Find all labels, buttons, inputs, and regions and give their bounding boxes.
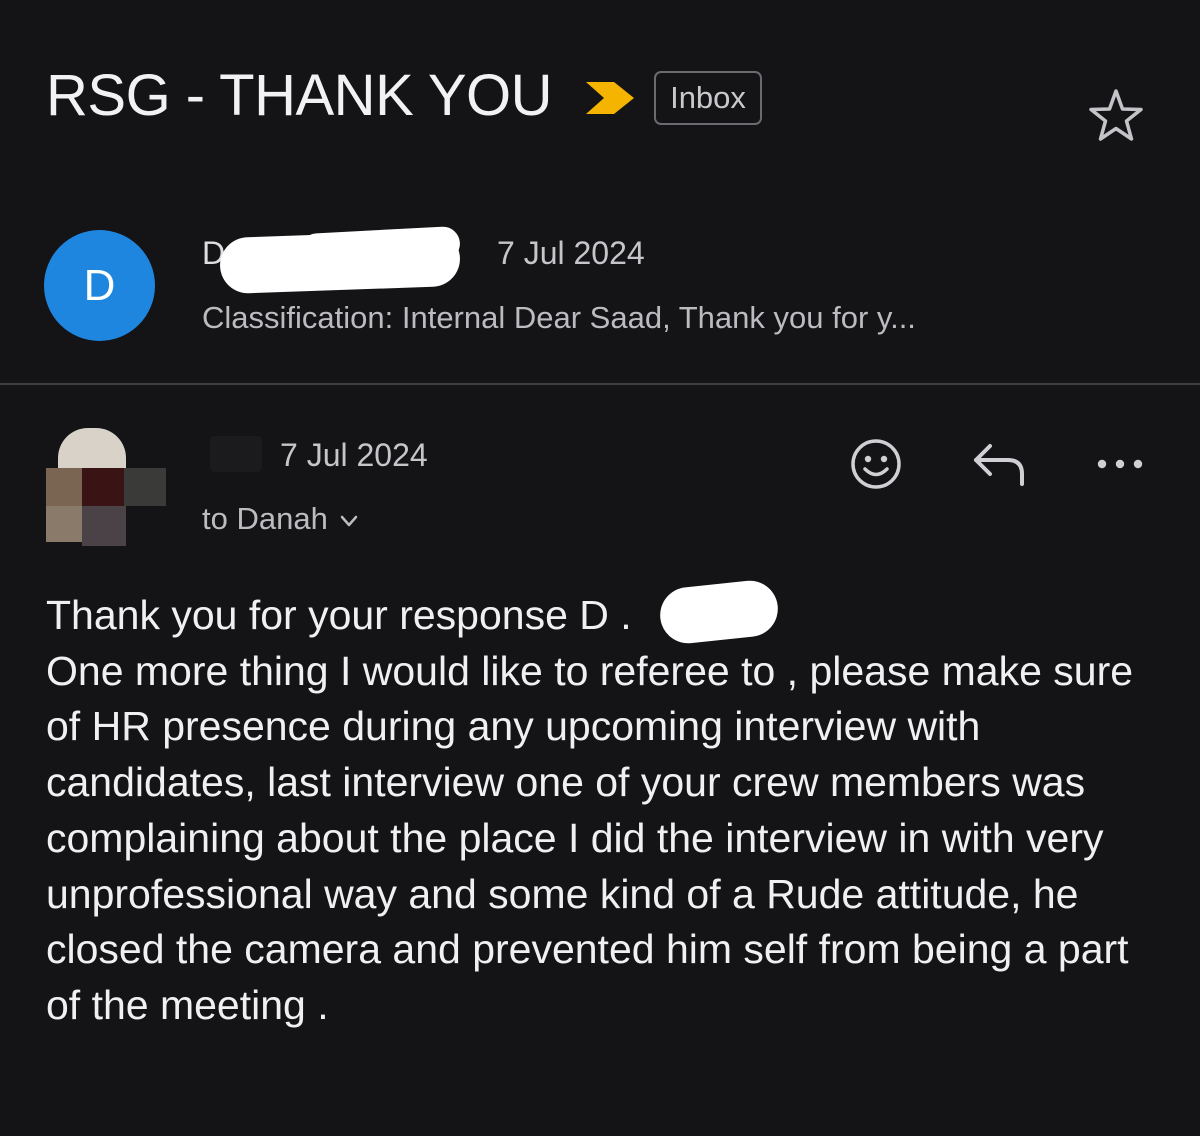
message-date: 7 Jul 2024 <box>280 437 428 473</box>
smiley-reaction-icon[interactable] <box>848 436 904 492</box>
star-icon[interactable] <box>1086 86 1146 146</box>
inbox-label-badge[interactable]: Inbox <box>654 71 762 125</box>
chevron-down-icon <box>340 515 358 527</box>
message-date: 7 Jul 2024 <box>497 235 645 271</box>
recipients-label: to Danah <box>202 501 328 536</box>
avatar: D <box>44 230 155 341</box>
email-subject: RSG - THANK YOU <box>46 63 553 128</box>
more-horizontal-icon[interactable] <box>1094 446 1146 482</box>
recipients-toggle[interactable]: to Danah <box>202 498 360 540</box>
message-snippet: Classification: Internal Dear Saad, Than… <box>202 300 916 335</box>
divider <box>0 383 1200 385</box>
message-body-text: Thank you for your response D . One more… <box>46 592 1134 1028</box>
message-body: Thank you for your response D . One more… <box>46 588 1166 1034</box>
sender-name <box>210 436 262 472</box>
importance-marker-icon[interactable] <box>584 80 636 116</box>
reply-icon[interactable] <box>968 440 1030 490</box>
avatar <box>40 428 166 546</box>
